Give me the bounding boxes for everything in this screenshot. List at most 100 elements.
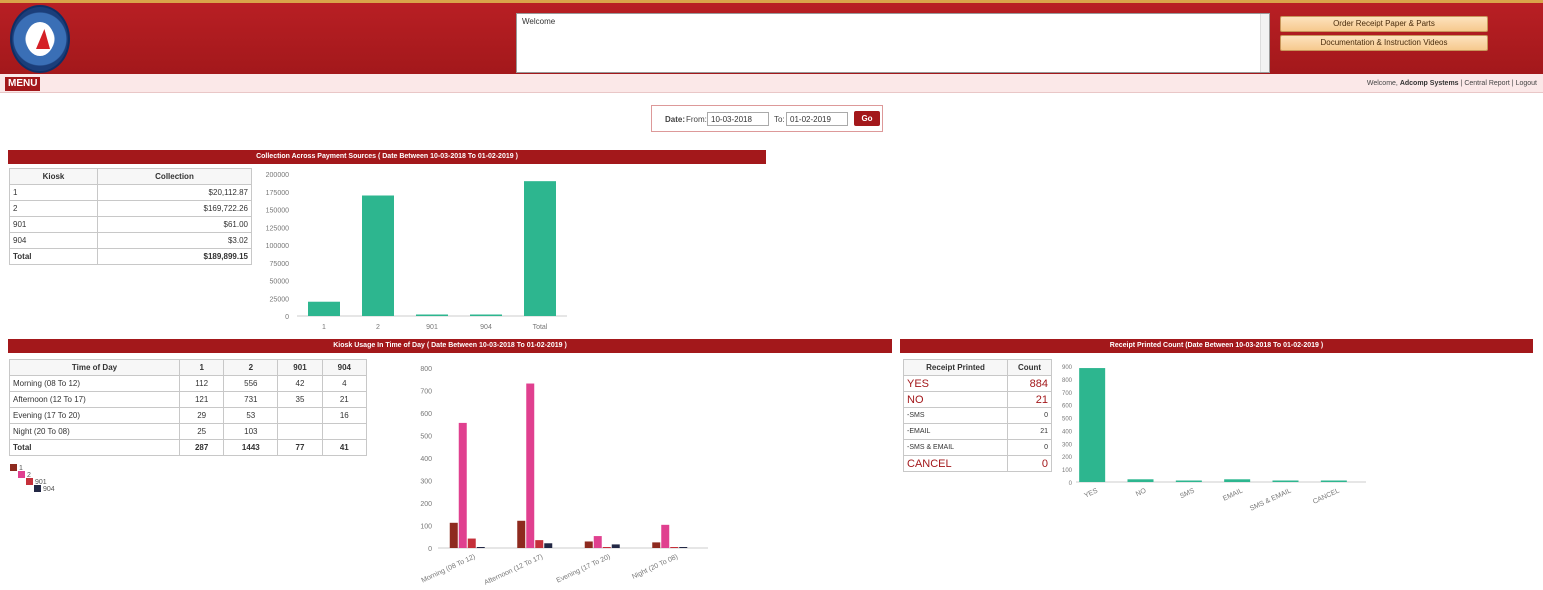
legend-swatch	[18, 471, 25, 478]
receipt-bar	[1079, 368, 1106, 482]
table-row: Afternoon (12 To 17) 121 731 35 21	[9, 391, 368, 408]
table-cell: Evening (17 To 20)	[9, 407, 180, 424]
welcome-message-box[interactable]: Welcome	[516, 13, 1270, 73]
table-cell: 1	[9, 184, 98, 201]
y-tick-label: 200000	[266, 172, 289, 179]
table-cell: -SMS & EMAIL	[903, 439, 1008, 456]
column-header: Receipt Printed	[903, 359, 1008, 376]
legend-swatch	[34, 485, 41, 492]
header-bar: Welcome Order Receipt Paper & Parts Docu…	[0, 0, 1543, 74]
y-tick-label: 900	[1062, 365, 1073, 371]
table-row: 904 $3.02	[9, 232, 252, 249]
y-tick-label: 500	[1062, 417, 1073, 423]
user-name: Adcomp Systems	[1399, 80, 1459, 87]
column-header: 901	[277, 359, 323, 376]
x-tick-label: Total	[533, 324, 548, 331]
usage-bar	[517, 520, 526, 548]
order-receipt-paper-button[interactable]: Order Receipt Paper & Parts	[1280, 16, 1488, 32]
table-cell: 884	[1007, 375, 1052, 392]
table-row: Night (20 To 08) 25 103	[9, 423, 368, 440]
collection-bar	[308, 301, 340, 316]
date-label: Date:	[665, 115, 686, 124]
x-tick-label: CANCEL	[1312, 487, 1341, 505]
column-header: Count	[1007, 359, 1052, 376]
link-separator: |	[1460, 80, 1463, 87]
welcome-text: Welcome	[522, 17, 556, 26]
to-label: To:	[774, 115, 785, 124]
y-tick-label: 600	[1062, 404, 1073, 410]
x-tick-label: 1	[322, 324, 326, 331]
y-tick-label: 200	[420, 501, 432, 508]
y-tick-label: 125000	[266, 225, 289, 232]
y-tick-label: 50000	[270, 279, 290, 286]
usage-bar	[661, 524, 670, 548]
x-tick-label: 904	[480, 324, 492, 331]
table-cell: $20,112.87	[97, 184, 252, 201]
table-cell: 16	[321, 407, 368, 424]
collection-panel-title: Collection Across Payment Sources ( Date…	[8, 150, 766, 164]
usage-table: Time of Day 1 2 901 904 Morning (08 To 1…	[9, 359, 368, 456]
y-tick-label: 400	[1062, 429, 1073, 435]
go-button[interactable]: Go	[854, 111, 880, 126]
usage-bar	[535, 540, 544, 548]
table-cell	[277, 423, 323, 440]
table-cell: YES	[903, 375, 1008, 392]
table-row: Total $189,899.15	[9, 248, 252, 265]
x-tick-label: SMS	[1179, 487, 1196, 500]
y-tick-label: 0	[1069, 481, 1073, 487]
usage-bar	[670, 547, 679, 548]
y-tick-label: 0	[285, 314, 289, 321]
table-cell: 1443	[223, 439, 279, 456]
user-links: Welcome, Adcomp Systems | Central Report…	[1367, 80, 1537, 87]
menu-bar: MENU Welcome, Adcomp Systems | Central R…	[0, 74, 1543, 93]
table-cell: Night (20 To 08)	[9, 423, 180, 440]
legend-swatch	[10, 464, 17, 471]
table-cell: Total	[9, 439, 180, 456]
usage-bar	[584, 541, 593, 548]
column-header: 1	[178, 359, 225, 376]
y-tick-label: 300	[420, 479, 432, 486]
legend-label: 901	[35, 479, 47, 486]
y-tick-label: 800	[1062, 378, 1073, 384]
usage-bar-chart: 0 100 200 300 400 500 600 700 800 Morning (08 To …	[420, 366, 708, 587]
collection-bar	[362, 195, 394, 316]
receipt-bar	[1272, 480, 1299, 482]
receipt-bar	[1224, 479, 1251, 482]
column-header: 2	[223, 359, 279, 376]
table-cell: 25	[178, 423, 225, 440]
table-header-row: Receipt Printed Count	[903, 359, 1052, 376]
city-logo[interactable]	[10, 5, 70, 73]
table-cell: 121	[178, 391, 225, 408]
table-cell: 29	[178, 407, 225, 424]
welcome-scrollbar[interactable]	[1260, 14, 1269, 72]
y-tick-label: 600	[420, 411, 432, 418]
table-row: Total 287 1443 77 41	[9, 439, 368, 456]
table-cell: $169,722.26	[97, 200, 252, 217]
table-row: YES 884	[903, 375, 1052, 392]
table-cell: CANCEL	[903, 455, 1008, 472]
table-row: 901 $61.00	[9, 216, 252, 233]
table-row: NO 21	[903, 391, 1052, 408]
usage-bar	[602, 547, 611, 548]
table-cell: 4	[321, 375, 368, 392]
documentation-videos-button[interactable]: Documentation & Instruction Videos	[1280, 35, 1488, 51]
from-date-input[interactable]: 10-03-2018	[707, 112, 769, 126]
menu-button[interactable]: MENU	[5, 77, 41, 91]
from-label: From:	[686, 115, 707, 124]
central-report-link[interactable]: Central Report	[1464, 80, 1510, 87]
usage-bar	[449, 522, 458, 548]
table-cell: 904	[9, 232, 98, 249]
table-cell	[277, 407, 323, 424]
table-cell: 21	[321, 391, 368, 408]
x-tick-label: Afternoon (12 To 17)	[483, 553, 544, 586]
collection-bar	[524, 181, 556, 316]
usage-bar	[544, 543, 553, 548]
table-cell: 21	[1007, 423, 1052, 440]
to-date-input[interactable]: 01-02-2019	[786, 112, 848, 126]
logo-ring	[26, 22, 54, 56]
logout-link[interactable]: Logout	[1516, 80, 1537, 87]
y-tick-label: 100000	[266, 243, 289, 250]
table-row: CANCEL 0	[903, 455, 1052, 472]
x-tick-label: SMS & EMAIL	[1249, 487, 1293, 512]
receipt-panel-title: Receipt Printed Count (Date Between 10-0…	[900, 339, 1533, 353]
